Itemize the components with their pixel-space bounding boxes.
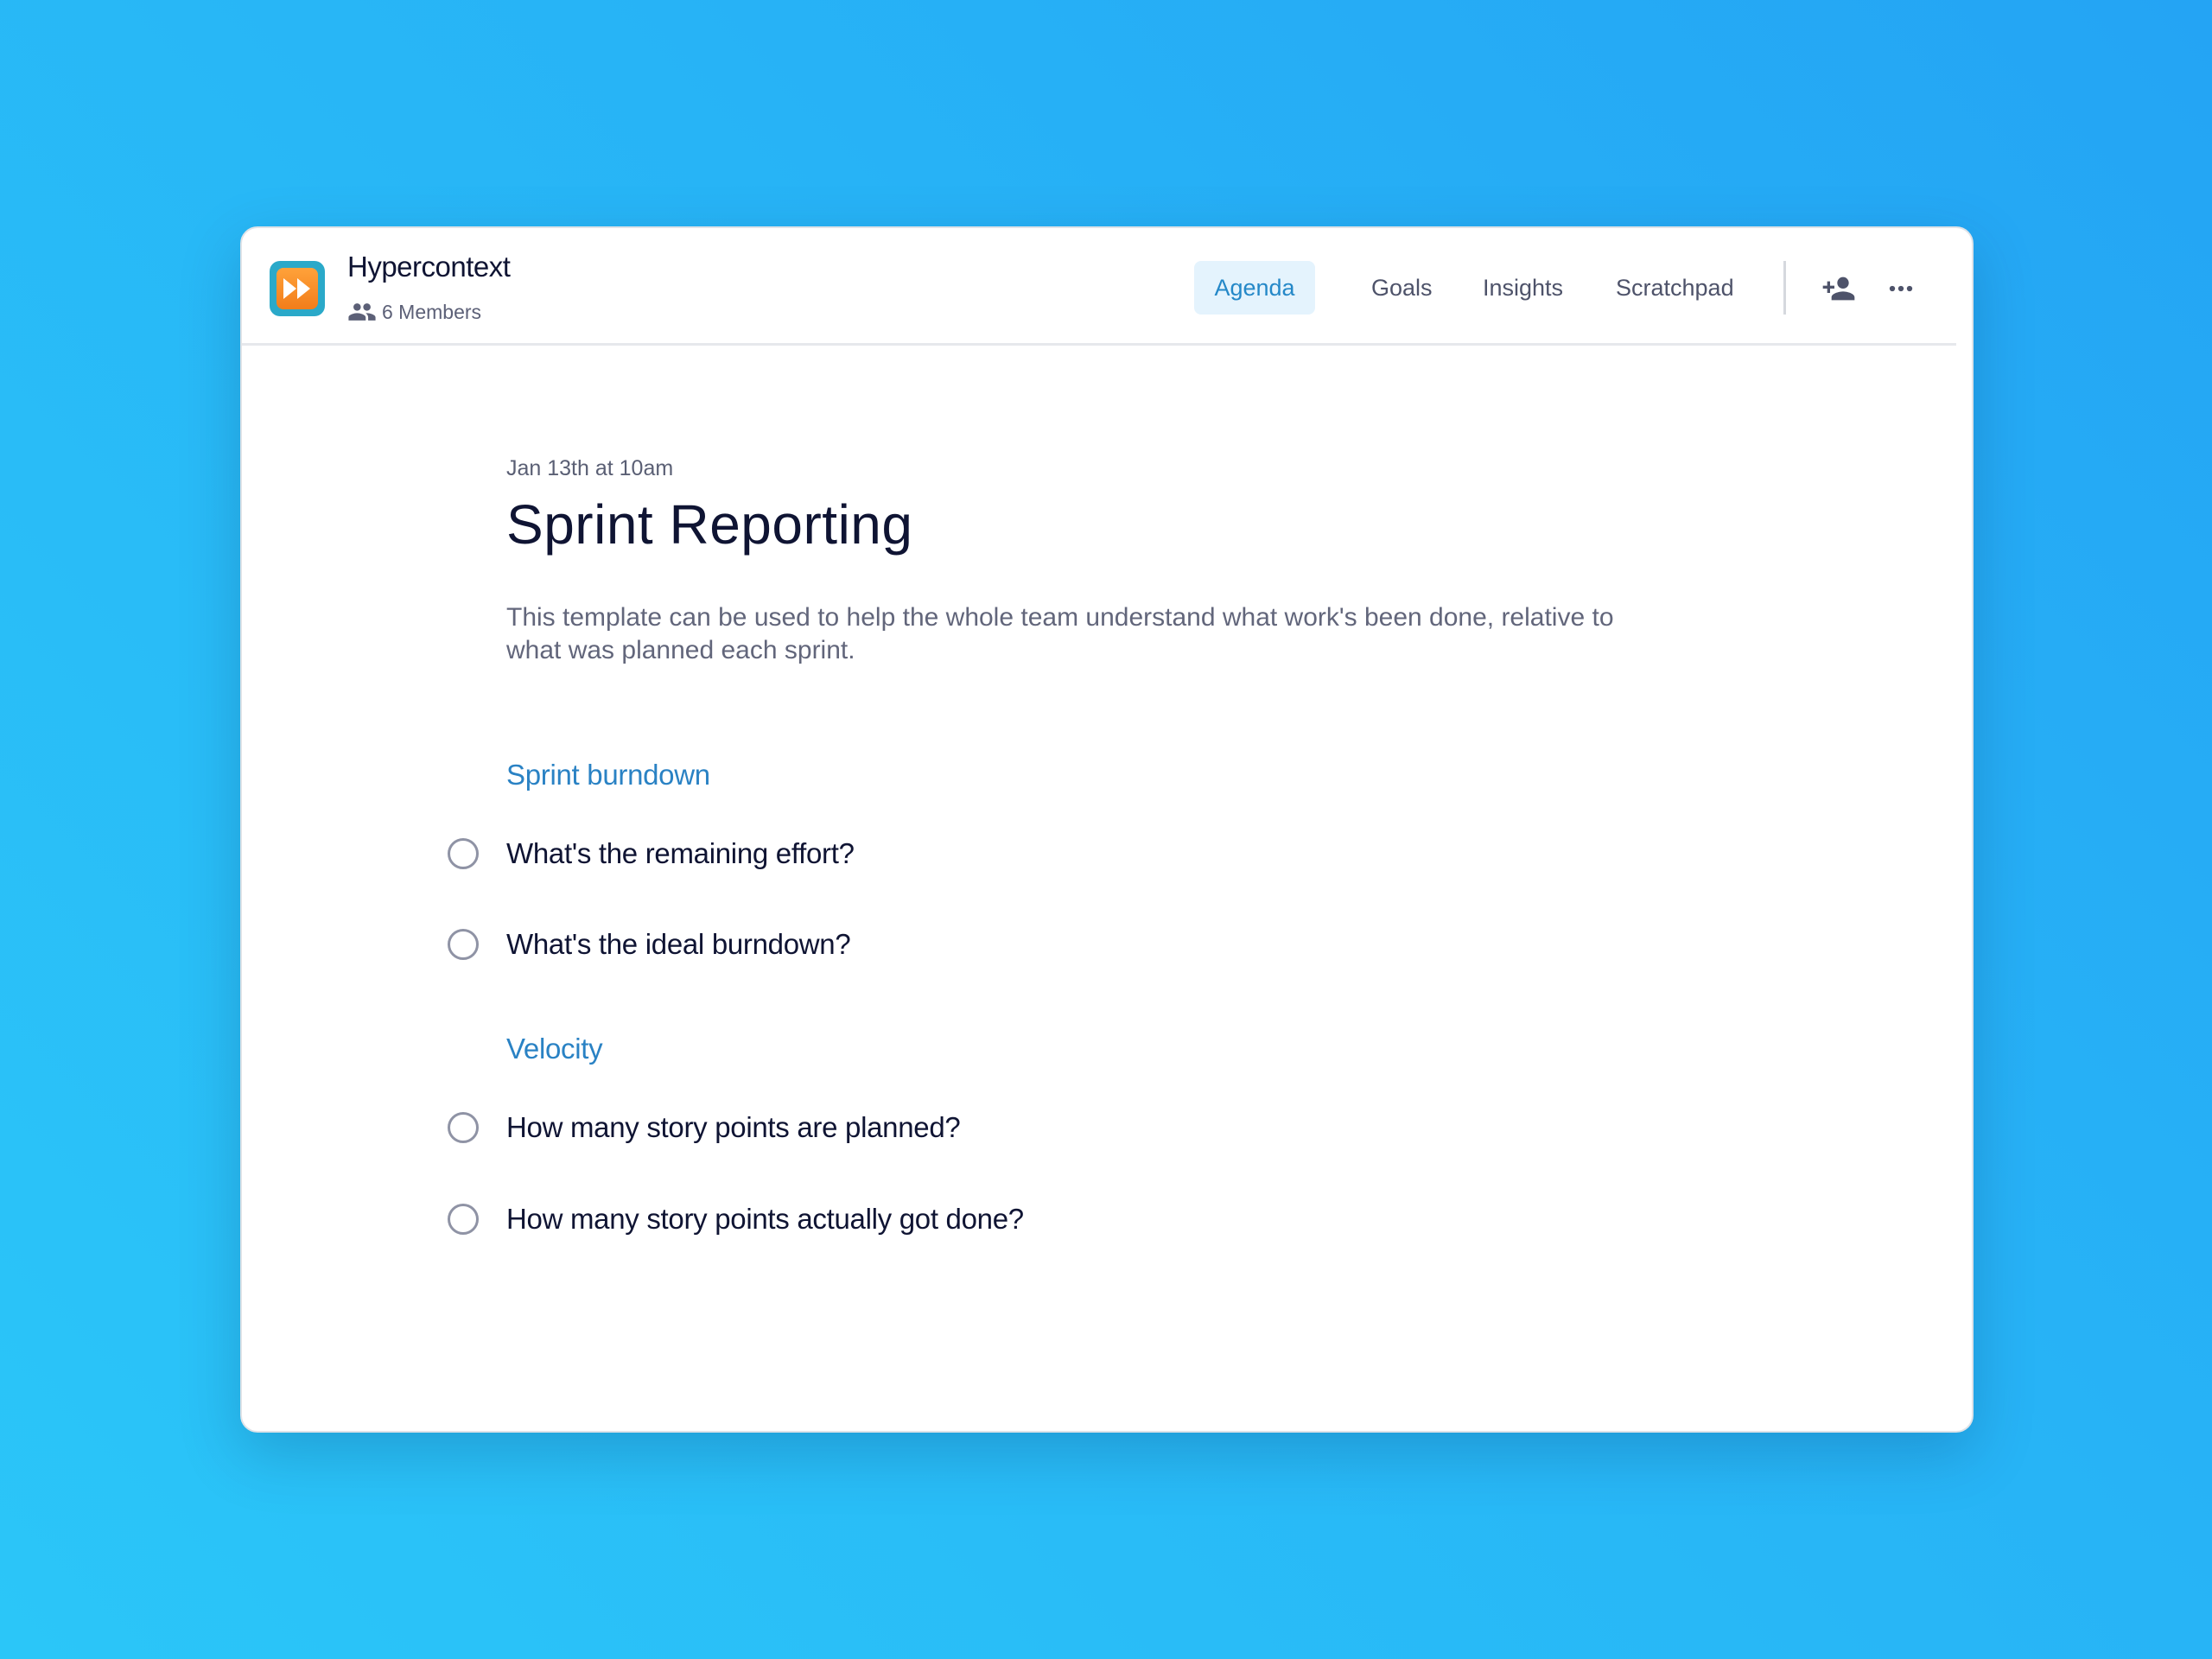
members-count[interactable]: 6 Members — [347, 297, 481, 327]
more-options-button[interactable] — [1884, 271, 1918, 310]
agenda-item: How many story points actually got done? — [448, 1198, 1024, 1240]
app-logo[interactable] — [270, 261, 325, 316]
agenda-item: What's the ideal burndown? — [448, 924, 851, 965]
members-label: 6 Members — [382, 300, 482, 323]
section-heading-sprint-burndown[interactable]: Sprint burndown — [506, 759, 710, 791]
agenda-content: Jan 13th at 10am Sprint Reporting This t… — [242, 347, 1972, 1427]
workspace-title: Hypercontext — [347, 251, 511, 283]
item-checkbox[interactable] — [448, 1204, 479, 1235]
agenda-item: How many story points are planned? — [448, 1107, 961, 1148]
agenda-item: What's the remaining effort? — [448, 833, 855, 874]
workspace-header: Hypercontext 6 Members Agenda Goals Insi… — [242, 228, 1956, 346]
app-window: Hypercontext 6 Members Agenda Goals Insi… — [240, 226, 1974, 1433]
fast-forward-icon — [276, 268, 318, 309]
tab-insights[interactable]: Insights — [1483, 261, 1563, 315]
agenda-item-label[interactable]: How many story points actually got done? — [506, 1203, 1024, 1236]
meeting-title[interactable]: Sprint Reporting — [506, 493, 912, 556]
agenda-item-label[interactable]: What's the remaining effort? — [506, 837, 855, 870]
meeting-date: Jan 13th at 10am — [506, 456, 674, 480]
people-icon — [348, 303, 376, 321]
item-checkbox[interactable] — [448, 1112, 479, 1143]
meeting-description[interactable]: This template can be used to help the wh… — [506, 601, 1630, 667]
agenda-item-label[interactable]: What's the ideal burndown? — [506, 928, 851, 961]
item-checkbox[interactable] — [448, 929, 479, 960]
more-horizontal-icon — [1889, 285, 1913, 292]
section-heading-velocity[interactable]: Velocity — [506, 1033, 603, 1065]
add-member-button[interactable] — [1821, 271, 1856, 310]
tab-agenda[interactable]: Agenda — [1194, 261, 1315, 315]
tab-goals[interactable]: Goals — [1371, 261, 1433, 315]
agenda-item-label[interactable]: How many story points are planned? — [506, 1111, 961, 1144]
tab-scratchpad[interactable]: Scratchpad — [1616, 261, 1734, 315]
person-add-icon — [1822, 276, 1855, 301]
header-divider — [1783, 261, 1786, 315]
item-checkbox[interactable] — [448, 838, 479, 869]
